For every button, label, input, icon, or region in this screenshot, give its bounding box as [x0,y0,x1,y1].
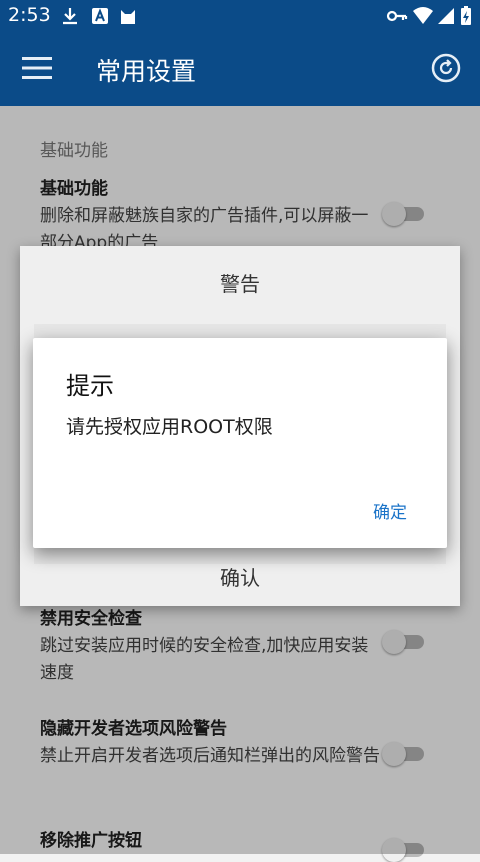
hamburger-menu-icon[interactable] [22,56,52,80]
app-bar: 常用设置 [0,32,480,106]
alert-ok-button[interactable]: 确定 [373,498,407,523]
alert-message: 请先授权应用ROOT权限 [66,416,273,438]
battery-charging-icon [461,6,471,25]
alert-title: 提示 [66,372,114,400]
cat-icon [121,10,135,24]
warning-confirm-button[interactable]: 确认 [20,562,460,591]
refresh-icon[interactable] [430,52,462,84]
page-title: 常用设置 [96,57,197,86]
cell-signal-icon [438,8,454,24]
vpn-key-icon [386,10,408,22]
wifi-icon [413,7,433,24]
status-bar: 2:53 [0,0,480,32]
status-time: 2:53 [8,4,51,26]
app-a-icon [92,8,108,24]
warning-dialog-title: 警告 [220,272,260,296]
root-permission-alert: 提示 请先授权应用ROOT权限 确定 [33,338,447,548]
download-icon [63,8,77,25]
